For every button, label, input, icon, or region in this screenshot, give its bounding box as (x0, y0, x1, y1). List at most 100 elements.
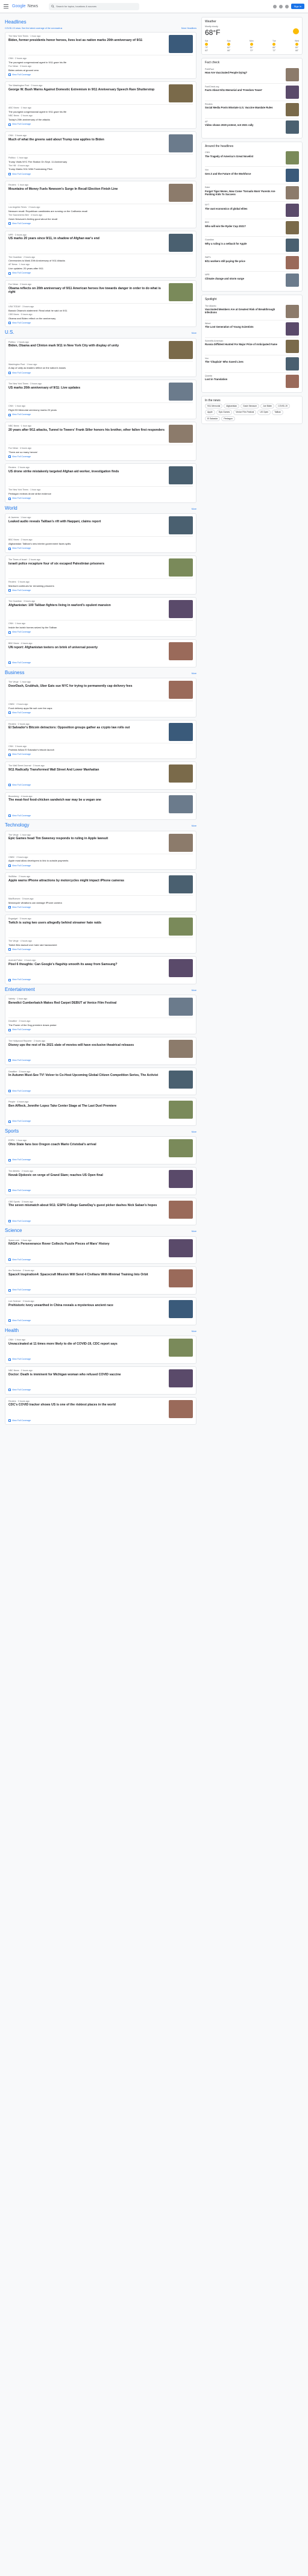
related-story[interactable]: Fox News · 3 hours ago Biden arrives at g… (8, 64, 193, 72)
story-thumbnail[interactable] (169, 1139, 193, 1158)
more-headlines-link[interactable]: More Headlines (181, 27, 196, 30)
full-coverage-button[interactable]: View Full Coverage (8, 753, 193, 756)
story-thumbnail[interactable] (169, 1239, 193, 1257)
story-thumbnail[interactable] (169, 1300, 193, 1319)
related-story[interactable]: NBC News · 2 hours ago Today's 20th anniv… (8, 114, 193, 122)
topic-chip[interactable]: Afghanistan (224, 404, 240, 409)
side-story-headline[interactable]: The 'Chaplain' Who Saved Lives (205, 360, 283, 363)
side-story-thumbnail[interactable] (286, 186, 299, 200)
related-source[interactable]: Deadline · 2 hours ago (8, 1020, 193, 1023)
full-coverage-button[interactable]: View Full Coverage (8, 547, 193, 550)
topic-chip[interactable]: Apple (205, 410, 215, 415)
full-coverage-button[interactable]: View Full Coverage (8, 322, 193, 325)
story-thumbnail[interactable] (169, 642, 193, 660)
related-source[interactable]: CNN · 1 hour ago (8, 405, 193, 408)
story-headline[interactable]: DoorDash, Grubhub, Uber Eats sue NYC for… (8, 684, 166, 689)
story-headline[interactable]: Prehistoric ivory unearthed in China rev… (8, 1304, 166, 1308)
topic-chip[interactable]: US Open (257, 410, 271, 415)
story-thumbnail[interactable] (169, 516, 193, 535)
story-thumbnail[interactable] (169, 1070, 193, 1089)
side-story[interactable]: Wired The Lost Generation of Young Scient… (205, 319, 299, 337)
story-thumbnail[interactable] (169, 875, 193, 894)
story-thumbnail[interactable] (169, 84, 193, 103)
full-coverage-button[interactable]: View Full Coverage (8, 73, 193, 77)
story-thumbnail[interactable] (169, 383, 193, 401)
side-story-thumbnail[interactable] (286, 169, 299, 183)
story-source[interactable]: Ars Technica · 2 hours ago (8, 1269, 166, 1272)
story-source[interactable]: Deadline · 3 hours ago (8, 1071, 166, 1074)
related-source[interactable]: CNBC · 2 hours ago (8, 703, 193, 706)
story-thumbnail[interactable] (169, 680, 193, 699)
more-world-link[interactable]: More (192, 508, 196, 511)
related-headline[interactable]: Protests follow El Salvador's bitcoin la… (8, 748, 193, 751)
settings-icon[interactable] (278, 4, 283, 8)
story-thumbnail[interactable] (169, 917, 193, 936)
related-story[interactable]: The Sacramento Bee · 4 hours ago Gavin Ne… (8, 213, 193, 221)
full-coverage-button[interactable]: View Full Coverage (8, 497, 193, 500)
section-title-business[interactable]: Business (5, 670, 24, 676)
related-source[interactable]: Fox News · 4 hours ago (8, 447, 193, 450)
side-story[interactable]: FactCheck.org Facts About 9/11 Memorial a… (205, 83, 299, 101)
full-coverage-button[interactable]: View Full Coverage (8, 784, 193, 787)
related-story[interactable]: ABC News · 1 hour ago The youngest congre… (8, 106, 193, 114)
story-thumbnail[interactable] (169, 833, 193, 852)
related-story[interactable]: CNBC · 2 hours ago Apple must allow devel… (8, 855, 193, 863)
sign-in-button[interactable]: Sign in (291, 3, 304, 10)
side-story[interactable]: Vox Gen Z and the Future of the Workforce (205, 166, 299, 184)
story-source[interactable]: The Times of Israel · 2 hours ago (8, 558, 166, 561)
story-source[interactable]: The Hollywood Reporter · 2 hours ago (8, 1040, 166, 1043)
story-source[interactable]: NBC News · 1 hour ago (8, 425, 166, 428)
side-story-thumbnail[interactable] (286, 339, 299, 353)
related-headline[interactable]: Today's 20th anniversary of the attacks (8, 118, 193, 121)
story-headline[interactable]: Apple warns iPhone attractions by motorc… (8, 879, 166, 883)
side-story-headline[interactable]: Gen Z and the Future of the Workforce (205, 172, 283, 175)
related-story[interactable]: Politico · 1 hour ago Trump Visits NYC Fi… (8, 156, 193, 164)
story-thumbnail[interactable] (169, 764, 193, 783)
side-story-thumbnail[interactable] (286, 322, 299, 336)
story-thumbnail[interactable] (169, 424, 193, 443)
related-headline[interactable]: Live updates: 20 years after 9/11 (8, 267, 193, 270)
story-headline[interactable]: The seven mismatch about 9/11: ESPN Coll… (8, 1204, 166, 1208)
related-headline[interactable]: Pentagon reviews drone strike evidence (8, 492, 193, 495)
story-headline[interactable]: Doctor: Death is imminent for Michigan w… (8, 1373, 166, 1377)
story-source[interactable]: Space.com · 1 hour ago (8, 1239, 166, 1242)
more-health-link[interactable]: More (192, 1330, 196, 1333)
related-headline[interactable]: Barack Obama's statement: Read what he s… (8, 309, 193, 312)
section-title-science[interactable]: Science (5, 1228, 22, 1234)
side-story[interactable]: Guardian Why a ruling is a setback for Ap… (205, 236, 299, 254)
more-business-link[interactable]: More (192, 672, 196, 675)
story-headline[interactable]: Novak Djokovic on verge of Grand Slam; r… (8, 1174, 166, 1178)
related-headline[interactable]: Trump Visits NYC Fire Station On Sept. 1… (8, 160, 193, 163)
story-headline[interactable]: SpaceX Inspiration4: Spacecraft Mission … (8, 1273, 166, 1277)
story-thumbnail[interactable] (169, 35, 193, 54)
full-coverage-button[interactable]: View Full Coverage (8, 413, 193, 416)
story-source[interactable]: The Washington Post · 2 hours ago (8, 84, 166, 87)
related-headline[interactable]: Inside the lavish homes seized by the Ta… (8, 626, 193, 629)
topic-chip[interactable]: 9/11 Memorial (205, 404, 223, 409)
related-story[interactable]: CNBC · 2 hours ago Food delivery apps fil… (8, 702, 193, 710)
side-story-headline[interactable]: Facts About 9/11 Memorial and 'Freedom T… (205, 89, 283, 92)
side-story-headline[interactable]: Video shows 2020 protest, not 2021 rally (205, 123, 283, 127)
story-thumbnail[interactable] (169, 558, 193, 577)
more-science-link[interactable]: More (192, 1230, 196, 1233)
story-source[interactable]: The Wall Street Journal · 3 hours ago (8, 764, 166, 767)
related-headline[interactable]: Apple must allow developers to link to o… (8, 859, 193, 862)
related-story[interactable]: Washington Post · 1 hour ago A day of uni… (8, 363, 193, 370)
search-input[interactable]: Search for topics, locations & sources (49, 2, 140, 10)
story-source[interactable]: Reuters · 2 hours ago (8, 466, 166, 469)
more-sports-link[interactable]: More (192, 1131, 196, 1134)
story-headline[interactable]: Biden, former presidents honor heroes, l… (8, 39, 166, 43)
related-source[interactable]: CNN · 3 hours ago (8, 745, 193, 748)
story-headline[interactable]: CDC's COVID tracker shows US is one of t… (8, 1403, 166, 1407)
related-story[interactable]: Deadline · 2 hours ago The Power of the D… (8, 1019, 193, 1027)
full-coverage-button[interactable]: View Full Coverage (8, 661, 193, 664)
story-thumbnail[interactable] (169, 466, 193, 485)
related-headline[interactable]: Motorcycle vibrations can damage iPhone … (8, 901, 193, 904)
side-story-thumbnail[interactable] (286, 374, 299, 388)
section-title-entertainment[interactable]: Entertainment (5, 987, 35, 993)
related-headline[interactable]: Afghanistan: Taliban's new interim gover… (8, 542, 193, 545)
story-source[interactable]: ESPN · 1 hour ago (8, 1139, 166, 1142)
full-coverage-button[interactable]: View Full Coverage (8, 906, 193, 909)
side-story-headline[interactable]: Climate change and storm surge (205, 277, 283, 280)
topic-chip[interactable]: Joe Biden (260, 404, 275, 409)
